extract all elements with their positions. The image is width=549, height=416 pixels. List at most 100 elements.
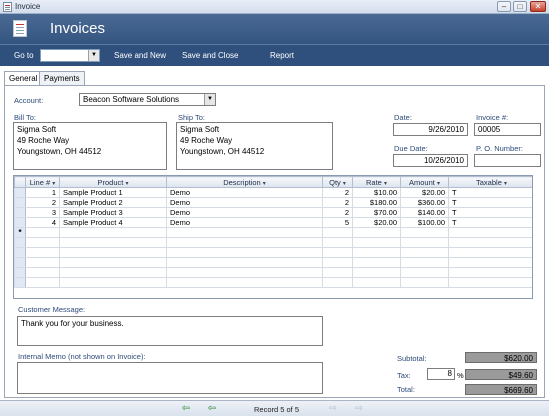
- tax-rate-field[interactable]: 8: [427, 368, 455, 380]
- cell-qty[interactable]: [322, 227, 353, 238]
- cell-amount[interactable]: $140.00: [400, 207, 449, 218]
- save-and-new-button[interactable]: Save and New: [114, 51, 166, 60]
- cell-rate[interactable]: $20.00: [352, 217, 401, 228]
- row-selector[interactable]: [14, 207, 26, 218]
- cell-line[interactable]: 1: [25, 187, 60, 198]
- column-header-product[interactable]: Product ▾: [59, 176, 167, 188]
- column-header-rate[interactable]: Rate ▾: [352, 176, 401, 188]
- cell-qty[interactable]: 2: [322, 207, 353, 218]
- column-header-taxable[interactable]: Taxable ▾: [448, 176, 532, 188]
- cell-line[interactable]: 2: [25, 197, 60, 208]
- cell-product[interactable]: Sample Product 4: [59, 217, 167, 228]
- cell-description[interactable]: [166, 227, 323, 238]
- date-label: Date:: [394, 113, 412, 122]
- record-navigator: ⇦ ⇦ Record 5 of 5 ⇨ ⇨: [0, 400, 549, 416]
- account-combo[interactable]: Beacon Software Solutions ▼: [79, 93, 216, 106]
- table-row[interactable]: 3 Sample Product 3 Demo 2 $70.00 $140.00…: [14, 207, 532, 218]
- empty-cell: [352, 267, 401, 278]
- sort-arrow-icon[interactable]: ▾: [384, 181, 387, 187]
- last-record-icon[interactable]: ⇨: [353, 404, 365, 414]
- cell-rate[interactable]: $70.00: [352, 207, 401, 218]
- sort-arrow-icon[interactable]: ▾: [263, 181, 266, 187]
- empty-cell: [59, 267, 167, 278]
- cell-taxable[interactable]: T: [448, 207, 532, 218]
- due-date-label: Due Date:: [394, 144, 428, 153]
- cell-qty[interactable]: 2: [322, 197, 353, 208]
- empty-cell: [25, 237, 60, 248]
- cell-product[interactable]: [59, 227, 167, 238]
- line-items-grid: Line # ▾ Product ▾ Description ▾ Qty ▾ R…: [13, 175, 533, 299]
- empty-cell: [352, 237, 401, 248]
- cell-line[interactable]: [25, 227, 60, 238]
- invoice-number-field[interactable]: 00005: [474, 123, 541, 136]
- due-date-field[interactable]: 10/26/2010: [393, 154, 468, 167]
- empty-cell: [400, 237, 449, 248]
- column-header-qty[interactable]: Qty ▾: [322, 176, 353, 188]
- cell-rate[interactable]: $180.00: [352, 197, 401, 208]
- cell-line[interactable]: 4: [25, 217, 60, 228]
- sort-arrow-icon[interactable]: ▾: [125, 181, 128, 187]
- cell-description[interactable]: Demo: [166, 217, 323, 228]
- table-row[interactable]: 4 Sample Product 4 Demo 5 $20.00 $100.00…: [14, 217, 532, 228]
- cell-taxable[interactable]: T: [448, 187, 532, 198]
- previous-record-icon[interactable]: ⇦: [206, 404, 218, 414]
- customer-message-field[interactable]: Thank you for your business.: [17, 316, 323, 346]
- empty-cell: [448, 277, 532, 288]
- row-selector[interactable]: [14, 187, 26, 198]
- cell-qty[interactable]: 2: [322, 187, 353, 198]
- cell-description[interactable]: Demo: [166, 187, 323, 198]
- row-selector[interactable]: [14, 217, 26, 228]
- table-row[interactable]: 1 Sample Product 1 Demo 2 $10.00 $20.00 …: [14, 187, 532, 198]
- new-record-row[interactable]: *: [14, 227, 532, 238]
- cell-amount[interactable]: $20.00: [400, 187, 449, 198]
- row-selector[interactable]: [14, 197, 26, 208]
- maximize-button[interactable]: □: [513, 1, 527, 12]
- sort-arrow-icon[interactable]: ▾: [437, 181, 440, 187]
- cell-rate[interactable]: $10.00: [352, 187, 401, 198]
- cell-rate[interactable]: [352, 227, 401, 238]
- dropdown-arrow-icon[interactable]: ▼: [88, 50, 99, 61]
- po-number-field[interactable]: [474, 154, 541, 167]
- empty-cell: [322, 267, 353, 278]
- cell-amount[interactable]: $360.00: [400, 197, 449, 208]
- cell-qty[interactable]: 5: [322, 217, 353, 228]
- date-field[interactable]: 9/26/2010: [393, 123, 468, 136]
- sort-arrow-icon[interactable]: ▾: [52, 181, 55, 187]
- internal-memo-field[interactable]: [17, 362, 323, 394]
- select-all-cell[interactable]: [14, 176, 26, 188]
- cell-line[interactable]: 3: [25, 207, 60, 218]
- first-record-icon[interactable]: ⇦: [180, 404, 192, 414]
- cell-amount[interactable]: $100.00: [400, 217, 449, 228]
- subtotal-value: $620.00: [465, 352, 537, 363]
- sort-arrow-icon[interactable]: ▾: [504, 181, 507, 187]
- column-header-description[interactable]: Description ▾: [166, 176, 323, 188]
- dropdown-arrow-icon[interactable]: ▼: [204, 94, 215, 105]
- ship-to-field[interactable]: Sigma Soft 49 Roche Way Youngstown, OH 4…: [176, 122, 333, 170]
- next-record-icon[interactable]: ⇨: [327, 404, 339, 414]
- empty-cell: [166, 267, 323, 278]
- cell-taxable[interactable]: T: [448, 197, 532, 208]
- save-and-close-button[interactable]: Save and Close: [182, 51, 238, 60]
- new-record-marker[interactable]: *: [14, 227, 26, 238]
- cell-product[interactable]: Sample Product 1: [59, 187, 167, 198]
- cell-taxable[interactable]: [448, 227, 532, 238]
- total-label: Total:: [397, 385, 415, 394]
- cell-amount[interactable]: [400, 227, 449, 238]
- sort-arrow-icon[interactable]: ▾: [343, 181, 346, 187]
- cell-product[interactable]: Sample Product 3: [59, 207, 167, 218]
- table-row[interactable]: 2 Sample Product 2 Demo 2 $180.00 $360.0…: [14, 197, 532, 208]
- report-button[interactable]: Report: [270, 51, 294, 60]
- cell-product[interactable]: Sample Product 2: [59, 197, 167, 208]
- cell-description[interactable]: Demo: [166, 197, 323, 208]
- goto-combo[interactable]: ▼: [40, 49, 100, 62]
- cell-description[interactable]: Demo: [166, 207, 323, 218]
- column-header-label: Taxable: [476, 177, 502, 187]
- close-button[interactable]: ✕: [530, 1, 546, 12]
- tab-payments[interactable]: Payments: [39, 71, 85, 85]
- column-header-line[interactable]: Line # ▾: [25, 176, 60, 188]
- bill-to-field[interactable]: Sigma Soft 49 Roche Way Youngstown, OH 4…: [13, 122, 167, 170]
- cell-taxable[interactable]: T: [448, 217, 532, 228]
- minimize-button[interactable]: –: [497, 1, 511, 12]
- column-header-amount[interactable]: Amount ▾: [400, 176, 449, 188]
- tab-general[interactable]: General: [4, 71, 43, 86]
